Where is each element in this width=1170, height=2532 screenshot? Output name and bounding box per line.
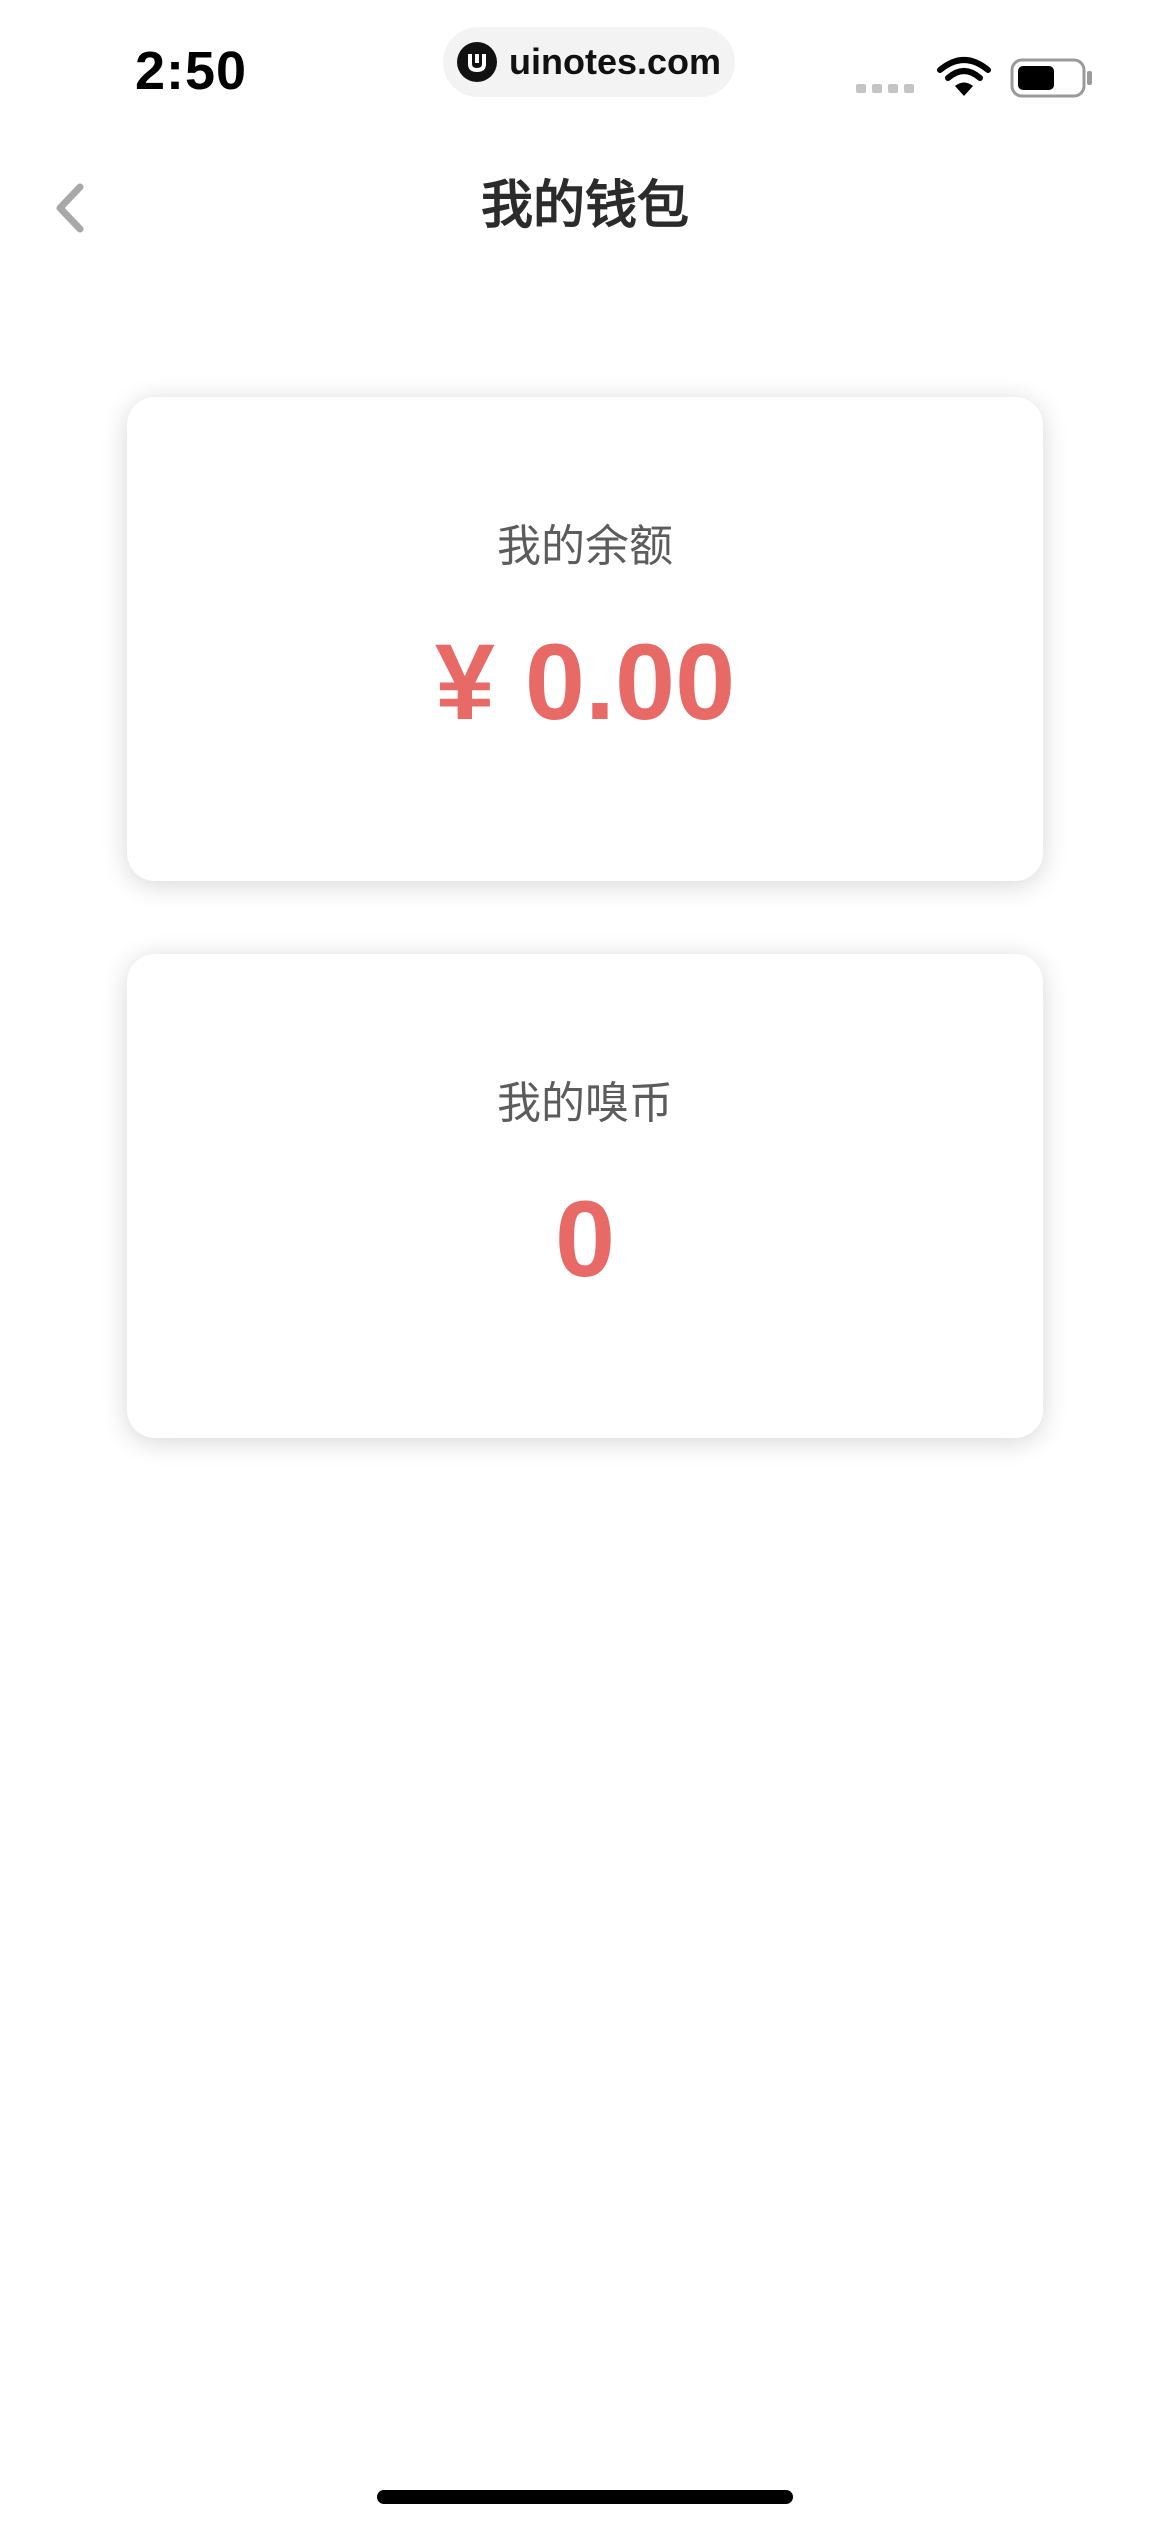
- coins-label: 我的嗅币: [497, 1078, 673, 1129]
- page-title: 我的钱包: [480, 176, 689, 236]
- uinotes-logo-icon: [456, 42, 497, 82]
- battery-icon: [1010, 58, 1094, 102]
- home-indicator[interactable]: [377, 2490, 793, 2504]
- balance-card[interactable]: 我的余额 ¥ 0.00: [127, 397, 1043, 881]
- status-bar: 2:50 uinotes.com: [0, 0, 1170, 140]
- coins-card[interactable]: 我的嗅币 0: [127, 954, 1043, 1438]
- balance-label: 我的余额: [497, 521, 673, 572]
- coins-value: 0: [554, 1178, 616, 1299]
- url-text: uinotes.com: [508, 41, 722, 82]
- cellular-signal-icon: [856, 84, 914, 93]
- balance-value: ¥ 0.00: [434, 621, 736, 742]
- wifi-icon: [936, 56, 992, 102]
- url-pill[interactable]: uinotes.com: [443, 27, 735, 97]
- status-time: 2:50: [135, 41, 248, 101]
